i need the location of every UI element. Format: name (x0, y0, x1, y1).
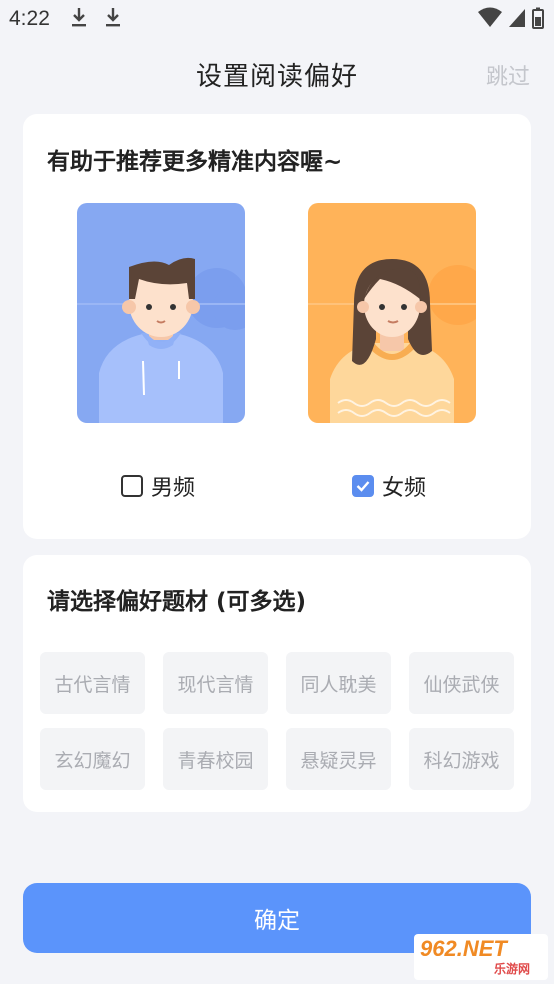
watermark-logo: 962.NET 乐游网 (414, 934, 548, 980)
wifi-icon (478, 7, 502, 27)
topics-card-title: 请选择偏好题材 (可多选) (47, 589, 307, 615)
topic-tag[interactable]: 仙侠武侠 (409, 652, 514, 714)
download-icon (72, 8, 86, 27)
male-checkbox[interactable] (121, 475, 143, 497)
page-title: 设置阅读偏好 (195, 62, 358, 92)
topics-card: 请选择偏好题材 (可多选) 古代言情 现代言情 同人耽美 仙侠武侠 玄幻魔幻 青… (23, 555, 531, 812)
male-label: 男频 (151, 476, 196, 501)
topic-tag[interactable]: 同人耽美 (286, 652, 391, 714)
male-illustration[interactable] (77, 203, 245, 423)
header: 设置阅读偏好 跳过 (0, 48, 554, 102)
gender-card-title: 有助于推荐更多精准内容喔~ (47, 149, 343, 175)
topic-tag[interactable]: 青春校园 (163, 728, 268, 790)
topic-tag[interactable]: 悬疑灵异 (286, 728, 391, 790)
signal-icon (509, 9, 525, 27)
watermark-sub: 乐游网 (494, 962, 531, 976)
watermark-main: 962.NET (420, 936, 507, 961)
female-option[interactable]: 女频 (352, 470, 426, 502)
topic-tag[interactable]: 科幻游戏 (409, 728, 514, 790)
check-icon (356, 481, 370, 492)
topic-tag[interactable]: 玄幻魔幻 (40, 728, 145, 790)
status-bar: 4:22 (0, 0, 554, 40)
topic-tag[interactable]: 古代言情 (40, 652, 145, 714)
female-illustration[interactable] (308, 203, 476, 423)
male-option[interactable]: 男频 (121, 470, 195, 502)
topic-tag[interactable]: 现代言情 (163, 652, 268, 714)
topic-tags: 古代言情 现代言情 同人耽美 仙侠武侠 玄幻魔幻 青春校园 悬疑灵异 科幻游戏 (40, 652, 516, 790)
battery-icon (532, 7, 544, 29)
skip-button[interactable]: 跳过 (486, 59, 530, 91)
female-checkbox[interactable] (352, 475, 374, 497)
download-icon (106, 8, 120, 27)
female-label: 女频 (382, 476, 427, 501)
status-time: 4:22 (9, 7, 50, 30)
gender-card: 有助于推荐更多精准内容喔~ 男频 女频 (23, 114, 531, 539)
